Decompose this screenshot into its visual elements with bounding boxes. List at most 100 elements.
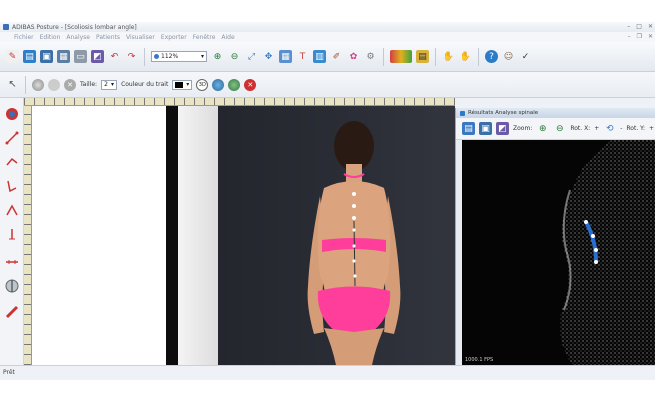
undo-icon[interactable]: ↶ <box>108 50 121 63</box>
redo-icon[interactable]: ↷ <box>125 50 138 63</box>
palette-icon[interactable]: ✿ <box>347 50 360 63</box>
info-icon[interactable]: T <box>296 50 309 63</box>
drawing-tools <box>0 98 24 380</box>
size-label: Taille: <box>80 81 98 88</box>
image-canvas[interactable] <box>32 106 455 365</box>
size-select[interactable]: 2 ▾ <box>101 79 118 90</box>
grid-icon[interactable]: ▦ <box>279 50 292 63</box>
panel-save-icon[interactable]: ▣ <box>479 122 492 135</box>
panel-capture-icon[interactable]: ◩ <box>496 122 509 135</box>
save-icon[interactable]: ▣ <box>40 50 53 63</box>
app-logo-icon <box>3 24 9 30</box>
spine-marker-3d[interactable] <box>594 248 598 252</box>
settings-icon[interactable]: ⚙ <box>364 50 377 63</box>
refresh-icon[interactable] <box>228 78 241 91</box>
spine-marker[interactable] <box>352 192 356 196</box>
print-icon[interactable]: ▭ <box>74 50 87 63</box>
mdi-restore-icon[interactable]: ❐ <box>637 33 642 40</box>
clear-icon[interactable]: ✕ <box>64 78 76 91</box>
maximize-icon[interactable]: □ <box>636 23 642 30</box>
pencil-tool-icon[interactable] <box>4 304 19 319</box>
user-icon[interactable]: ☺ <box>502 50 515 63</box>
brush-icon[interactable]: ✐ <box>330 50 343 63</box>
spine-marker[interactable] <box>353 274 357 278</box>
rot-y-plus-icon[interactable]: + <box>649 125 654 132</box>
point-cloud <box>559 140 655 365</box>
menu-analyse[interactable]: Analyse <box>66 34 90 41</box>
hand-icon[interactable]: ✋ <box>442 50 455 63</box>
capture-icon[interactable]: ◩ <box>91 50 104 63</box>
menu-aide[interactable]: Aide <box>221 34 234 41</box>
main-toolbar: ✎ ▤ ▣ ▦ ▭ ◩ ↶ ↷ 112% ▾ ⊕ ⊖ ⤢ ✥ ▦ T ▥ ✐ ✿… <box>0 42 655 72</box>
menu-fenetre[interactable]: Fenêtre <box>193 34 216 41</box>
spine-marker[interactable] <box>352 259 356 263</box>
panel-app-icon <box>460 110 465 116</box>
horizontal-ruler <box>24 98 455 106</box>
spine-marker[interactable] <box>352 228 356 232</box>
menu-edition[interactable]: Edition <box>40 34 61 41</box>
zoom-value: 112% <box>161 53 179 60</box>
app-window: ADIBAS Posture - [Scoliosis lombar angle… <box>0 22 655 380</box>
panel-zoom-out-icon[interactable]: ⊖ <box>553 122 566 135</box>
open-icon[interactable]: ▤ <box>23 50 36 63</box>
target-tool-icon[interactable] <box>4 106 19 121</box>
rot-x-label: Rot. X: <box>570 125 591 132</box>
zoom-label: Zoom: <box>513 125 533 132</box>
rot-x-minus-icon[interactable]: - <box>620 125 622 132</box>
export-icon[interactable]: ▤ <box>416 50 429 63</box>
minimize-icon[interactable]: – <box>627 23 630 30</box>
sphere-icon[interactable] <box>212 78 225 91</box>
spine-marker[interactable] <box>352 216 356 220</box>
fit-icon[interactable]: ⤢ <box>245 50 258 63</box>
zoom-out-icon[interactable]: ⊖ <box>228 50 241 63</box>
delete-icon[interactable]: ✕ <box>244 78 257 91</box>
menu-fichier[interactable]: Fichier <box>14 34 34 41</box>
color-swatch <box>175 81 184 88</box>
spine-marker[interactable] <box>352 204 356 208</box>
triangle-tool-icon[interactable] <box>4 202 19 217</box>
pointer-icon[interactable]: ↖ <box>6 78 19 91</box>
size-chevron-icon: ▾ <box>111 81 115 88</box>
new-icon[interactable]: ✎ <box>6 50 19 63</box>
check-icon[interactable]: ✓ <box>519 50 532 63</box>
status-bar: Prêt <box>0 365 655 380</box>
zoom-select[interactable]: 112% ▾ <box>151 51 207 62</box>
angle-tool-icon[interactable] <box>4 154 19 169</box>
calendar-icon[interactable]: ▥ <box>313 50 326 63</box>
vertical-angle-tool-icon[interactable] <box>4 178 19 193</box>
help-icon[interactable]: ? <box>485 50 498 63</box>
color-select[interactable]: ▾ <box>172 79 193 90</box>
menu-exporter[interactable]: Exporter <box>161 34 187 41</box>
close-icon[interactable]: ✕ <box>648 23 653 30</box>
spine-marker-3d[interactable] <box>584 220 588 224</box>
zoom-in-icon[interactable]: ⊕ <box>211 50 224 63</box>
window-title: ADIBAS Posture - [Scoliosis lombar angle… <box>12 23 137 31</box>
ruler-tool-icon[interactable] <box>4 278 19 293</box>
rotate-icon[interactable]: ⟲ <box>603 122 616 135</box>
mdi-minimize-icon[interactable]: – <box>628 33 631 40</box>
spine-marker[interactable] <box>352 244 356 248</box>
line-tool-icon[interactable] <box>4 130 19 145</box>
3d-icon[interactable]: 3D <box>196 78 209 91</box>
title-bar: ADIBAS Posture - [Scoliosis lombar angle… <box>0 22 655 32</box>
mdi-close-icon[interactable]: ✕ <box>648 33 653 40</box>
save-as-icon[interactable]: ▦ <box>57 50 70 63</box>
fps-readout: 1000.1 FPS <box>465 357 494 363</box>
vertical-line-tool-icon[interactable] <box>4 226 19 241</box>
menu-patients[interactable]: Patients <box>96 34 120 41</box>
menu-visualiser[interactable]: Visualiser <box>126 34 155 41</box>
move-icon[interactable]: ✥ <box>262 50 275 63</box>
spine-marker-3d[interactable] <box>591 234 595 238</box>
panel-title-bar: Résultats Analyse spinale <box>456 108 655 118</box>
panel-zoom-in-icon[interactable]: ⊕ <box>536 122 549 135</box>
color-chevron-icon: ▾ <box>186 81 190 88</box>
rot-x-plus-icon[interactable]: + <box>594 125 599 132</box>
spine-marker-3d[interactable] <box>594 260 598 264</box>
3d-point-cloud-view[interactable]: 1000.1 FPS <box>462 140 655 365</box>
measure-icon[interactable] <box>390 50 412 63</box>
stop-hand-icon[interactable]: ✋ <box>459 50 472 63</box>
size-value: 2 <box>104 81 108 88</box>
panel-view-icon[interactable]: ▤ <box>462 122 475 135</box>
horizontal-line-tool-icon[interactable] <box>4 254 19 269</box>
globe-icon[interactable] <box>32 78 44 91</box>
